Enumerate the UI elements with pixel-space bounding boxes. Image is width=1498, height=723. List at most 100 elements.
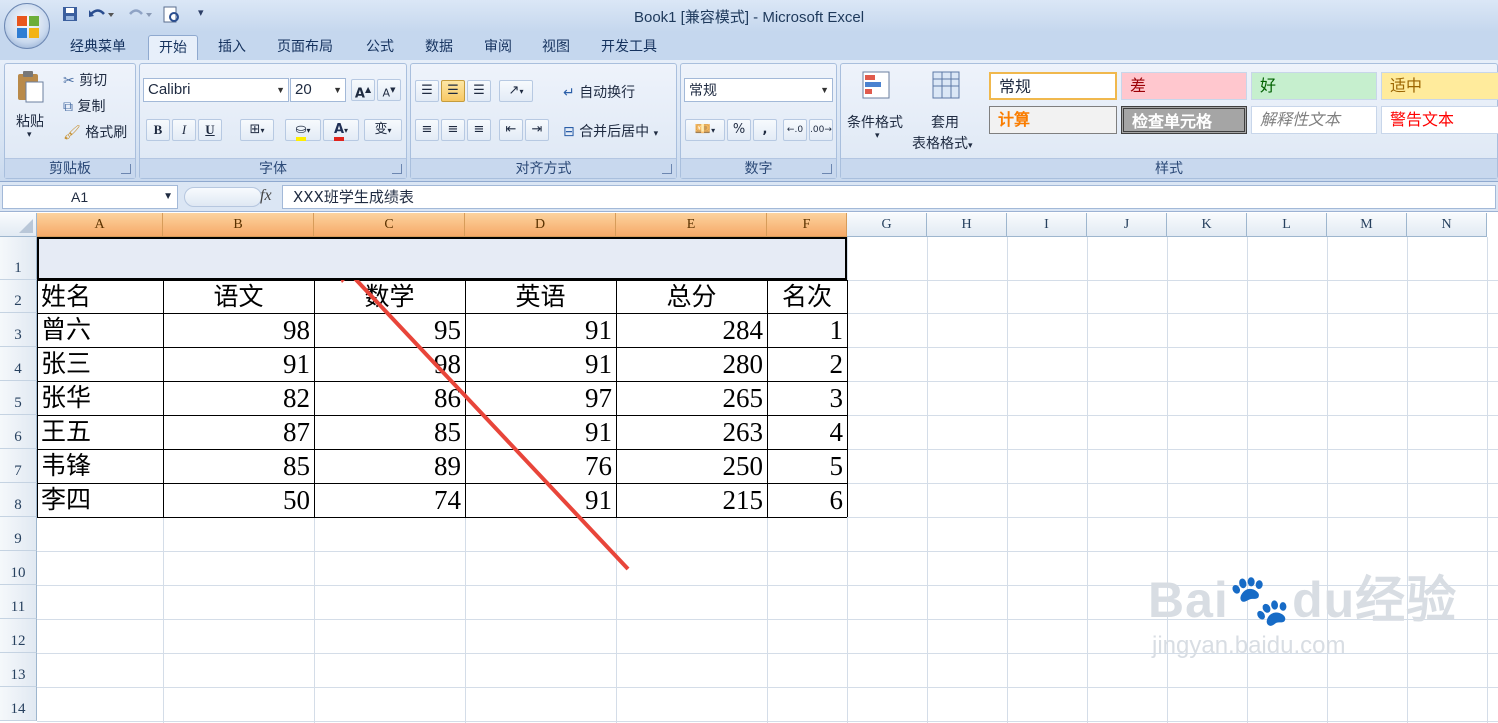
style-neutral[interactable]: 适中	[1381, 72, 1498, 100]
merge-center-button[interactable]: ⊟ 合并后居中 ▾	[563, 121, 658, 141]
align-middle-button[interactable]: ☰	[441, 80, 465, 102]
copy-label: 复制	[77, 99, 106, 115]
phonetic-button[interactable]: 变▾	[364, 119, 402, 141]
decrease-decimal-button[interactable]: .00→	[809, 119, 833, 141]
formula-splitter[interactable]	[184, 187, 262, 207]
increase-decimal-icon: ←.0	[786, 125, 804, 135]
grow-font-label: A	[354, 86, 365, 102]
title-bar: ▾ Book1 [兼容模式] - Microsoft Excel	[0, 0, 1498, 49]
styles-group-label: 样式	[841, 158, 1497, 178]
wrap-text-icon: ↵	[563, 85, 575, 101]
font-group-label: 字体	[140, 158, 406, 178]
style-check-cell[interactable]: 检查单元格	[1121, 106, 1247, 134]
insert-function-icon[interactable]: fx	[260, 187, 272, 205]
paint-bucket-icon: ⛀	[295, 122, 307, 141]
font-name-value: Calibri	[148, 81, 191, 98]
comma-style-button[interactable]: ,	[753, 119, 777, 141]
align-right-button[interactable]: ≡	[467, 119, 491, 141]
tab-review[interactable]: 审阅	[474, 35, 522, 60]
style-warning[interactable]: 警告文本	[1381, 106, 1498, 134]
italic-button[interactable]: I	[172, 119, 196, 141]
borders-button[interactable]: ⊞▾	[240, 119, 274, 141]
chevron-down-icon: ▾	[653, 129, 659, 139]
chevron-down-icon[interactable]: ▼	[163, 186, 173, 208]
copy-button[interactable]: ⧉ 复制	[63, 96, 105, 116]
paste-icon[interactable]	[15, 70, 45, 108]
alignment-group-label: 对齐方式	[411, 158, 676, 178]
formula-input[interactable]: XXX班学生成绩表	[282, 185, 1496, 209]
annotation-arrow	[326, 249, 630, 571]
office-button[interactable]	[4, 3, 50, 49]
clipboard-launcher-icon[interactable]	[121, 164, 131, 174]
increase-indent-icon: ⇥	[531, 122, 543, 137]
decrease-decimal-icon: .00→	[810, 125, 832, 135]
selected-range-a1-f1[interactable]	[37, 237, 847, 280]
tab-classic-menu[interactable]: 经典菜单	[60, 35, 136, 60]
tab-view[interactable]: 视图	[532, 35, 580, 60]
alignment-group: ☰ ☰ ☰ ↗▾ ≡ ≡ ≡ ⇤ ⇥ ↵ 自动换行 ⊟ 合并后居中 ▾ 对齐方式	[410, 63, 677, 179]
font-name-select[interactable]: Calibri ▼	[143, 78, 289, 102]
increase-indent-button[interactable]: ⇥	[525, 119, 549, 141]
style-bad[interactable]: 差	[1121, 72, 1247, 100]
tab-page-layout[interactable]: 页面布局	[267, 35, 343, 60]
decrease-indent-button[interactable]: ⇤	[499, 119, 523, 141]
table-format-button[interactable]: 表格格式▾	[912, 133, 973, 153]
shrink-font-label: A	[382, 86, 391, 100]
font-size-select[interactable]: 20 ▼	[290, 78, 346, 102]
copy-icon: ⧉	[63, 99, 73, 115]
format-painter-label: 格式刷	[85, 125, 128, 141]
chevron-down-icon: ▼	[276, 85, 285, 95]
wrap-text-button[interactable]: ↵ 自动换行	[563, 82, 635, 102]
font-color-button[interactable]: A▾	[323, 119, 359, 141]
orientation-button[interactable]: ↗▾	[499, 80, 533, 102]
align-bottom-icon: ☰	[473, 83, 485, 98]
format-painter-button[interactable]: 🖌 格式刷	[63, 122, 127, 142]
align-center-button[interactable]: ≡	[441, 119, 465, 141]
style-calculation[interactable]: 计算	[989, 106, 1117, 134]
increase-decimal-button[interactable]: ←.0	[783, 119, 807, 141]
name-box-value: A1	[71, 189, 89, 205]
name-box[interactable]: A1 ▼	[2, 185, 178, 209]
merge-center-label: 合并后居中	[579, 124, 650, 140]
table-format-label-1[interactable]: 套用	[931, 112, 959, 132]
brush-icon: 🖌	[63, 125, 81, 141]
align-middle-icon: ☰	[447, 83, 459, 98]
shrink-font-button[interactable]: A▼	[377, 79, 401, 101]
align-left-icon: ≡	[421, 122, 433, 137]
percent-style-button[interactable]: %	[727, 119, 751, 141]
orientation-icon: ↗	[508, 83, 520, 98]
tab-developer[interactable]: 开发工具	[591, 35, 667, 60]
scissors-icon: ✂	[63, 73, 75, 89]
align-bottom-button[interactable]: ☰	[467, 80, 491, 102]
bold-button[interactable]: B	[146, 119, 170, 141]
chevron-down-icon[interactable]: ▾	[875, 131, 880, 141]
style-explanatory[interactable]: 解释性文本	[1251, 106, 1377, 134]
grow-font-button[interactable]: A▲	[351, 79, 375, 101]
conditional-format-icon[interactable]	[861, 70, 893, 108]
tab-home[interactable]: 开始	[148, 35, 198, 60]
number-group: 常规 ▼ 💴▾ % , ←.0 .00→ 数字	[680, 63, 837, 179]
font-launcher-icon[interactable]	[392, 164, 402, 174]
number-format-select[interactable]: 常规 ▼	[684, 78, 833, 102]
style-good[interactable]: 好	[1251, 72, 1377, 100]
alignment-launcher-icon[interactable]	[662, 164, 672, 174]
tab-data[interactable]: 数据	[415, 35, 463, 60]
paste-button[interactable]: 粘贴	[16, 111, 44, 131]
tab-insert[interactable]: 插入	[208, 35, 256, 60]
align-left-button[interactable]: ≡	[415, 119, 439, 141]
conditional-format-button[interactable]: 条件格式	[847, 112, 903, 132]
align-right-icon: ≡	[473, 122, 485, 137]
paste-dropdown-icon[interactable]: ▾	[27, 130, 32, 140]
align-top-button[interactable]: ☰	[415, 80, 439, 102]
tab-formulas[interactable]: 公式	[356, 35, 404, 60]
underline-button[interactable]: U	[198, 119, 222, 141]
accounting-format-button[interactable]: 💴▾	[685, 119, 725, 141]
style-normal[interactable]: 常规	[989, 72, 1117, 100]
office-logo-icon	[17, 16, 39, 38]
number-group-label: 数字	[681, 158, 836, 178]
cut-button[interactable]: ✂ 剪切	[63, 70, 107, 90]
fill-color-button[interactable]: ⛀▾	[285, 119, 321, 141]
number-format-value: 常规	[689, 82, 717, 98]
table-format-icon[interactable]	[931, 70, 963, 108]
number-launcher-icon[interactable]	[822, 164, 832, 174]
